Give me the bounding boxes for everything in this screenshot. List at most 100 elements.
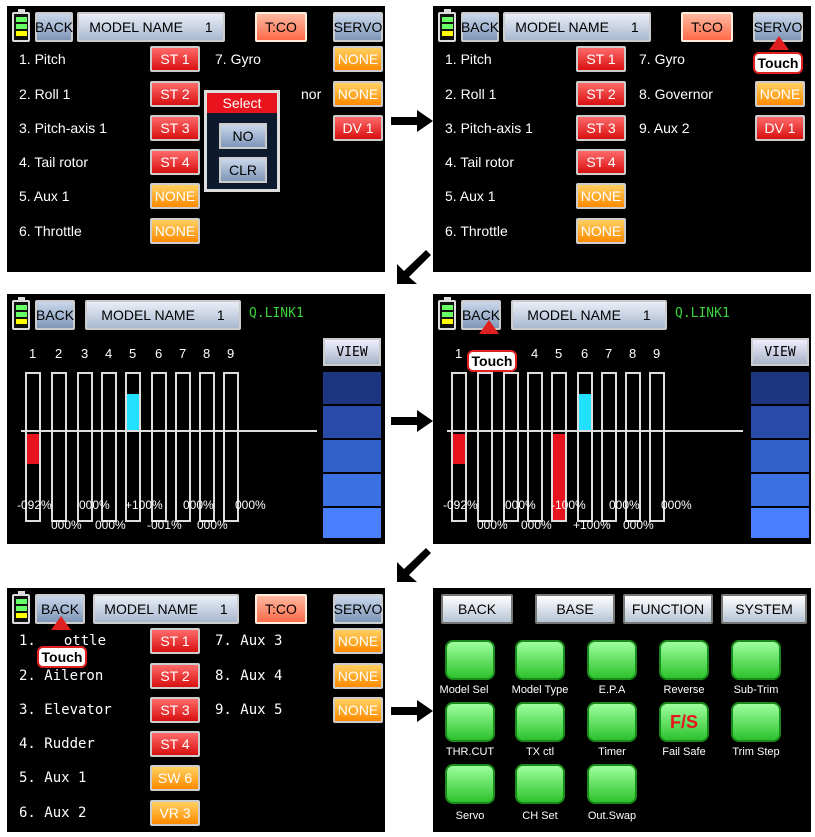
view-block	[751, 406, 809, 438]
base-tab[interactable]: BASE	[535, 594, 615, 624]
channel-chip[interactable]: ST 3	[150, 697, 200, 723]
tco-button[interactable]: T:CO	[681, 12, 733, 42]
channel-chip[interactable]: ST 2	[150, 663, 200, 689]
channel-percent: -100%	[551, 498, 586, 512]
channel-chip[interactable]: NONE	[333, 697, 383, 723]
channel-chip[interactable]: VR 3	[150, 800, 200, 826]
function-label: 6. Throttle	[19, 223, 82, 239]
qlink-label: Q.LINK1	[249, 306, 304, 321]
view-button[interactable]: VIEW	[323, 338, 381, 366]
channel-bar	[477, 372, 493, 522]
channel-number: 3	[81, 346, 89, 361]
battery-icon	[12, 297, 30, 330]
channel-chip[interactable]: ST 2	[576, 81, 626, 107]
function-label: 9. Aux 5	[215, 702, 283, 718]
model-type-icon[interactable]	[515, 640, 565, 680]
channel-percent: 000%	[623, 518, 654, 532]
channel-chip[interactable]: ST 3	[150, 115, 200, 141]
view-block	[751, 474, 809, 506]
back-button[interactable]: BACK	[35, 300, 75, 330]
tx-ctl-icon[interactable]	[515, 702, 565, 742]
channel-percent: -001%	[147, 518, 182, 532]
view-button[interactable]: VIEW	[751, 338, 809, 366]
channel-chip[interactable]: NONE	[333, 46, 383, 72]
icon-label: Trim Step	[732, 746, 780, 758]
channel-chip[interactable]: NONE	[333, 81, 383, 107]
select-popup: Select NO CLR	[204, 90, 280, 192]
out-swap-icon[interactable]	[587, 764, 637, 804]
function-label: 4. Rudder	[19, 736, 95, 752]
servo-button[interactable]: SERVO	[333, 12, 383, 42]
channel-chip[interactable]: NONE	[755, 81, 805, 107]
channel-chip[interactable]: ST 1	[150, 46, 200, 72]
servo-icon[interactable]	[445, 764, 495, 804]
model-number: 1	[630, 19, 639, 35]
tco-button[interactable]: T:CO	[255, 12, 307, 42]
channel-percent: -092%	[17, 498, 52, 512]
reverse-icon[interactable]	[659, 640, 709, 680]
channel-chip[interactable]: NONE	[333, 663, 383, 689]
model-number: 1	[219, 601, 228, 617]
screen-servo-touch: BACK MODEL NAME 1 T:CO SERVO 1. Pitch 2. …	[433, 6, 811, 272]
clr-button[interactable]: CLR	[219, 157, 267, 183]
ch-set-icon[interactable]	[515, 764, 565, 804]
timer-icon[interactable]	[587, 702, 637, 742]
channel-number: 7	[605, 346, 613, 361]
model-sel-icon[interactable]	[445, 640, 495, 680]
fail-safe-icon[interactable]: F/S	[659, 702, 709, 742]
channel-chip[interactable]: NONE	[150, 183, 200, 209]
back-tab[interactable]: BACK	[441, 594, 513, 624]
epa-icon[interactable]	[587, 640, 637, 680]
servo-button[interactable]: SERVO	[333, 594, 383, 624]
channel-chip[interactable]: SW 6	[150, 765, 200, 791]
channel-chip[interactable]: ST 3	[576, 115, 626, 141]
channel-chip[interactable]: ST 1	[576, 46, 626, 72]
touch-arrow-icon	[51, 616, 71, 630]
channel-chip[interactable]: ST 4	[576, 149, 626, 175]
view-block	[323, 440, 381, 472]
channel-bar	[51, 372, 67, 522]
channel-chip[interactable]: DV 1	[755, 115, 805, 141]
function-label: 2. Aileron	[19, 668, 104, 684]
touch-label: Touch	[753, 52, 803, 74]
function-label: 5. Aux 1	[19, 188, 70, 204]
channel-chip[interactable]: ST 4	[150, 731, 200, 757]
channel-chip[interactable]: NONE	[333, 628, 383, 654]
system-tab[interactable]: SYSTEM	[721, 594, 807, 624]
arrow-down-left-icon	[397, 548, 431, 582]
function-label: 3. Elevator	[19, 702, 112, 718]
channel-number: 7	[179, 346, 187, 361]
channel-number: 9	[653, 346, 661, 361]
channel-chip[interactable]: ST 4	[150, 149, 200, 175]
battery-icon	[12, 9, 30, 42]
sub-trim-icon[interactable]	[731, 640, 781, 680]
thr-cut-icon[interactable]	[445, 702, 495, 742]
trim-step-icon[interactable]	[731, 702, 781, 742]
no-button[interactable]: NO	[219, 123, 267, 149]
screen-servo-heli: BACK MODEL NAME 1 T:CO SERVO 1. ottle 2. A…	[7, 588, 385, 832]
function-label: 6. Aux 2	[19, 805, 87, 821]
view-block	[323, 508, 381, 538]
qlink-label: Q.LINK1	[675, 306, 730, 321]
channel-percent: +100%	[125, 498, 163, 512]
tco-button[interactable]: T:CO	[255, 594, 307, 624]
screen-base-menu: BACK BASE FUNCTION SYSTEM Model Sel Mode…	[433, 588, 811, 832]
channel-chip[interactable]: NONE	[576, 218, 626, 244]
popup-title: Select	[207, 93, 277, 113]
center-line	[21, 430, 317, 432]
function-label: 2. Roll 1	[19, 86, 71, 102]
channel-percent: -092%	[443, 498, 478, 512]
screen-servo-select: BACK MODEL NAME 1 T:CO SERVO 1. Pitch 2. …	[7, 6, 385, 272]
icon-label: Out.Swap	[587, 810, 637, 822]
function-tab[interactable]: FUNCTION	[623, 594, 713, 624]
model-number: 1	[216, 307, 225, 323]
channel-number: 6	[581, 346, 589, 361]
channel-chip[interactable]: ST 2	[150, 81, 200, 107]
channel-chip[interactable]: ST 1	[150, 628, 200, 654]
back-button[interactable]: BACK	[461, 12, 499, 42]
channel-chip[interactable]: NONE	[150, 218, 200, 244]
channel-chip[interactable]: DV 1	[333, 115, 383, 141]
back-button[interactable]: BACK	[35, 12, 73, 42]
function-label: 4. Tail rotor	[445, 154, 514, 170]
channel-chip[interactable]: NONE	[576, 183, 626, 209]
